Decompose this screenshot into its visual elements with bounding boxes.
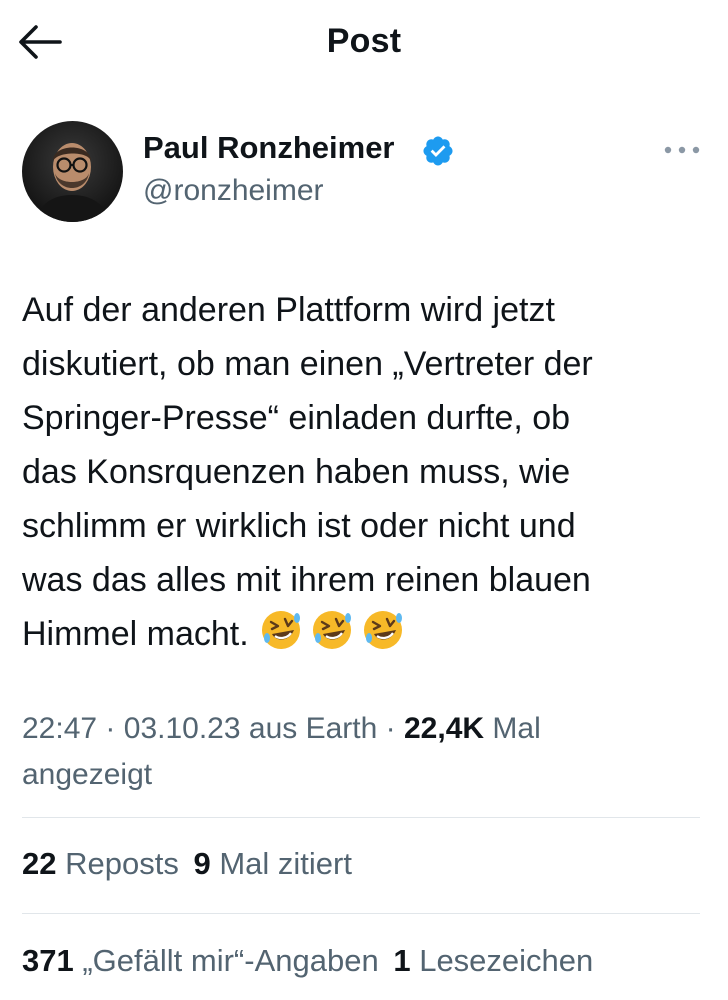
likes-label: „Gefällt mir“-Angaben <box>82 943 379 978</box>
stats-row-likes: 371 „Gefällt mir“-Angaben 1 Lesezeichen <box>22 943 593 979</box>
tweet-line-text: Himmel macht. <box>22 615 249 653</box>
rofl-emoji-icon <box>363 611 402 649</box>
views-count[interactable]: 22,4K <box>404 712 484 745</box>
tweet-line: das Konsrquenzen haben muss, wie <box>22 453 571 491</box>
tweet-date[interactable]: 03.10.23 <box>124 712 241 745</box>
emoji-group <box>259 608 412 668</box>
likes-count: 371 <box>22 943 74 978</box>
divider <box>22 913 700 914</box>
avatar-image <box>22 121 123 222</box>
top-bar: Post <box>0 0 728 86</box>
tweet-line: was das alles mit ihrem reinen blauen <box>22 561 591 599</box>
tweet-line: Auf der anderen Plattform wird jetzt <box>22 291 555 329</box>
meta-separator: · <box>385 712 396 745</box>
tweet-time[interactable]: 22:47 <box>22 712 97 745</box>
tweet-location: aus Earth <box>248 712 378 745</box>
stats-row-reposts: 22 Reposts 9 Mal zitiert <box>22 846 352 882</box>
divider <box>22 817 700 818</box>
bookmarks-label: Lesezeichen <box>419 943 594 978</box>
quotes-count: 9 <box>193 846 211 881</box>
tweet-text: Auf der anderen Plattform wird jetzt dis… <box>22 283 712 668</box>
tweet-meta: 22:47 · 03.10.23 aus Earth · 22,4K Mal a… <box>22 706 702 798</box>
quotes-label: Mal zitiert <box>219 846 352 881</box>
reposts-stat[interactable]: 22 Reposts <box>22 846 187 881</box>
tweet-line: diskutiert, ob man einen „Vertreter der <box>22 345 593 383</box>
rofl-emoji-icon <box>261 611 300 649</box>
tweet-line-last: Himmel macht. <box>22 607 712 668</box>
page-title: Post <box>326 22 402 60</box>
author-handle[interactable]: @ronzheimer <box>143 174 324 208</box>
reposts-label: Reposts <box>65 846 179 881</box>
more-options-button[interactable] <box>662 137 702 163</box>
more-horizontal-icon <box>664 146 700 154</box>
tweet-line: Springer-Presse“ einladen durfte, ob <box>22 399 571 437</box>
verified-badge-icon <box>421 134 455 168</box>
author-name[interactable]: Paul Ronzheimer <box>143 130 395 166</box>
quotes-stat[interactable]: 9 Mal zitiert <box>193 846 352 881</box>
bookmarks-stat[interactable]: 1 Lesezeichen <box>393 943 593 978</box>
rofl-emoji-icon <box>312 611 351 649</box>
views-label-cont: angezeigt <box>22 758 153 791</box>
meta-separator: · <box>105 712 116 745</box>
views-label: Mal <box>492 712 541 745</box>
avatar[interactable] <box>22 121 123 222</box>
likes-stat[interactable]: 371 „Gefällt mir“-Angaben <box>22 943 387 978</box>
reposts-count: 22 <box>22 846 57 881</box>
tweet-line: schlimm er wirklich ist oder nicht und <box>22 507 576 545</box>
bookmarks-count: 1 <box>393 943 411 978</box>
